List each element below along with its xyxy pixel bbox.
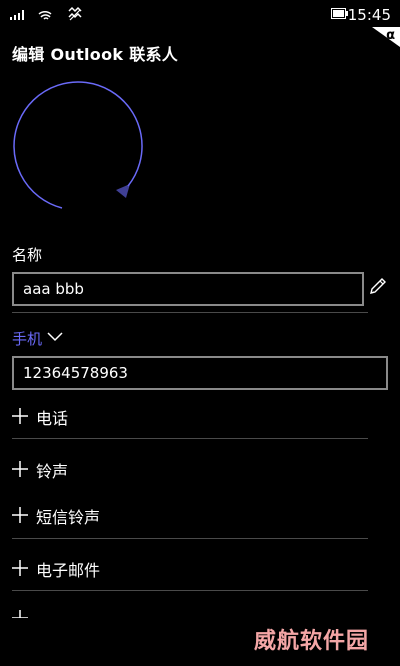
divider [12, 538, 368, 539]
add-phone-button[interactable]: 电话 [12, 403, 368, 433]
phone-type-selector[interactable]: 手机 [12, 328, 42, 349]
status-bar: 15:45 [0, 0, 400, 28]
plus-icon [12, 408, 28, 424]
name-input[interactable]: aaa bbb [12, 272, 364, 306]
input-method-indicator[interactable]: α [372, 27, 400, 47]
plus-icon [12, 507, 28, 523]
signal-icon [10, 10, 24, 20]
add-sms-tone-button[interactable]: 短信铃声 [12, 502, 368, 532]
input-method-label: α [386, 28, 395, 43]
watermark-logo: 威航软件园 [254, 628, 370, 654]
name-label: 名称 [12, 246, 43, 264]
add-ringtone-button[interactable]: 铃声 [12, 456, 368, 486]
wifi-icon [38, 10, 52, 20]
pencil-icon[interactable] [368, 276, 388, 296]
battery-icon [331, 8, 348, 19]
divider [12, 438, 368, 439]
add-ringtone-label: 铃声 [36, 462, 69, 481]
add-sms-tone-label: 短信铃声 [36, 508, 101, 527]
avatar-placeholder[interactable] [10, 80, 150, 220]
add-phone-label: 电话 [36, 409, 69, 428]
chevron-down-icon[interactable] [47, 331, 63, 343]
plus-icon [12, 560, 28, 576]
divider [12, 312, 368, 313]
divider [12, 590, 368, 591]
vibrate-icon [68, 6, 82, 21]
phone-number-input[interactable]: 12364578963 [12, 356, 388, 390]
page-title: 编辑 Outlook 联系人 [12, 45, 179, 64]
add-email-button[interactable]: 电子邮件 [12, 555, 368, 585]
plus-icon [12, 610, 28, 618]
clock-time: 15:45 [347, 6, 391, 24]
add-email-label: 电子邮件 [36, 561, 101, 580]
add-more-button[interactable] [12, 604, 368, 618]
plus-icon [12, 461, 28, 477]
